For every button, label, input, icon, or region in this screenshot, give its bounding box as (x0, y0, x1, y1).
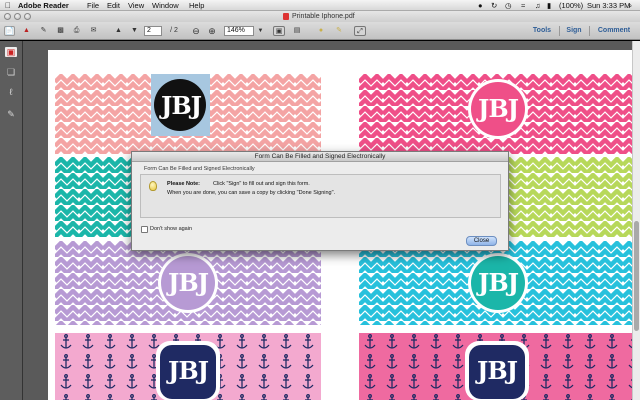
window-title: Printable Iphone.pdf (292, 13, 355, 20)
attachment-icon[interactable]: ℓ (5, 87, 17, 97)
zoom-window-button[interactable] (24, 13, 31, 20)
sync-icon[interactable]: ↻ (491, 1, 497, 10)
monogram-card: JBJ (359, 241, 632, 325)
chevron-down-icon[interactable]: ▼ (256, 26, 265, 36)
monogram: JBJ (477, 356, 518, 385)
window-title-bar: Printable Iphone.pdf (0, 11, 640, 22)
monogram-card: JBJ (55, 333, 321, 400)
edit-icon[interactable]: ✎ (38, 26, 49, 36)
menu-app-name[interactable]: Adobe Reader (18, 1, 69, 10)
dialog-title: Form Can Be Filled and Signed Electronic… (132, 152, 508, 162)
menu-edit[interactable]: Edit (107, 1, 120, 10)
battery-percentage: (100%) (559, 1, 584, 10)
menu-window[interactable]: Window (152, 1, 179, 10)
spotlight-icon[interactable]: ⌕ (628, 1, 632, 10)
lightbulb-icon (149, 181, 157, 191)
fit-page-icon[interactable]: ▣ (273, 26, 285, 36)
comment-icon[interactable]: ● (315, 26, 327, 36)
monogram: JBJ (478, 268, 519, 297)
apple-icon[interactable]:  (5, 1, 11, 10)
wifi-icon[interactable]: ≈ (521, 1, 525, 10)
scrollbar-thumb[interactable] (634, 221, 639, 331)
dont-show-again-checkbox[interactable] (141, 226, 148, 233)
form-notice-dialog: Form Can Be Filled and Signed Electronic… (131, 151, 509, 251)
note-label: Please Note: (167, 181, 201, 187)
zoom-out-icon[interactable]: ⊖ (190, 26, 202, 36)
volume-icon[interactable]: ♫ (535, 1, 541, 10)
monogram: JBJ (161, 91, 202, 120)
menu-file[interactable]: File (87, 1, 99, 10)
menu-bar:  Adobe Reader File Edit View Window Hel… (0, 0, 640, 11)
divider (559, 26, 560, 36)
monogram: JBJ (168, 356, 209, 385)
dialog-message-box: Please Note: Click "Sign" to fill out an… (140, 174, 501, 218)
clock[interactable]: Sun 3:33 PM (587, 1, 630, 10)
next-page-icon[interactable]: ▼ (129, 26, 140, 36)
monogram-card: JBJ (55, 74, 321, 154)
pdf-file-icon (283, 13, 289, 20)
divider (589, 26, 590, 36)
scrolling-mode-icon[interactable]: ▤ (291, 26, 303, 36)
page-number-input[interactable]: 2 (144, 26, 162, 36)
navigation-pane: ▣ ❏ ℓ ✎ (0, 41, 23, 400)
minimize-window-button[interactable] (14, 13, 21, 20)
sign-button[interactable]: Sign (563, 26, 585, 36)
expand-icon[interactable]: ⤢ (354, 26, 366, 36)
monogram-card: JBJ (359, 74, 632, 154)
vertical-scrollbar[interactable] (632, 41, 640, 400)
page-total: / 2 (170, 27, 178, 34)
create-pdf-icon[interactable]: 📄 (4, 26, 15, 36)
dialog-heading: Form Can Be Filled and Signed Electronic… (144, 166, 255, 172)
highlight-icon[interactable]: ✎ (333, 26, 345, 36)
monogram: JBJ (478, 94, 519, 123)
combine-icon[interactable]: ▲ (21, 26, 32, 36)
menu-help[interactable]: Help (189, 1, 204, 10)
status-menu-icon[interactable]: ● (478, 1, 483, 10)
email-icon[interactable]: ✉ (88, 26, 99, 36)
close-button[interactable]: Close (466, 236, 497, 246)
toolbar: 📄 ▲ ✎ ▩ ⎙ ✉ ▲ ▼ 2 / 2 ⊖ ⊕ 146% ▼ ▣ ▤ ● ✎… (0, 22, 640, 40)
zoom-level-input[interactable]: 146% (224, 26, 254, 36)
print-icon[interactable]: ⎙ (71, 26, 82, 36)
tools-button[interactable]: Tools (530, 26, 554, 36)
signature-icon[interactable]: ✎ (5, 109, 17, 119)
close-window-button[interactable] (4, 13, 11, 20)
monogram-card: JBJ (359, 333, 632, 400)
dont-show-again-label[interactable]: Don't show again (150, 226, 192, 233)
save-icon[interactable]: ▩ (55, 26, 66, 36)
battery-icon[interactable]: ▮ (547, 1, 551, 10)
comment-button[interactable]: Comment (594, 26, 634, 36)
menu-view[interactable]: View (128, 1, 144, 10)
zoom-in-icon[interactable]: ⊕ (206, 26, 218, 36)
time-machine-icon[interactable]: ◷ (505, 1, 512, 10)
monogram-card: JBJ (55, 241, 321, 325)
monogram: JBJ (168, 268, 209, 297)
note-line-1: Click "Sign" to fill out and sign this f… (213, 181, 310, 187)
previous-page-icon[interactable]: ▲ (113, 26, 124, 36)
page-thumbnails-icon[interactable]: ❏ (5, 67, 17, 77)
note-line-2: When you are done, you can save a copy b… (167, 190, 336, 196)
pdf-document-icon[interactable]: ▣ (5, 47, 17, 57)
